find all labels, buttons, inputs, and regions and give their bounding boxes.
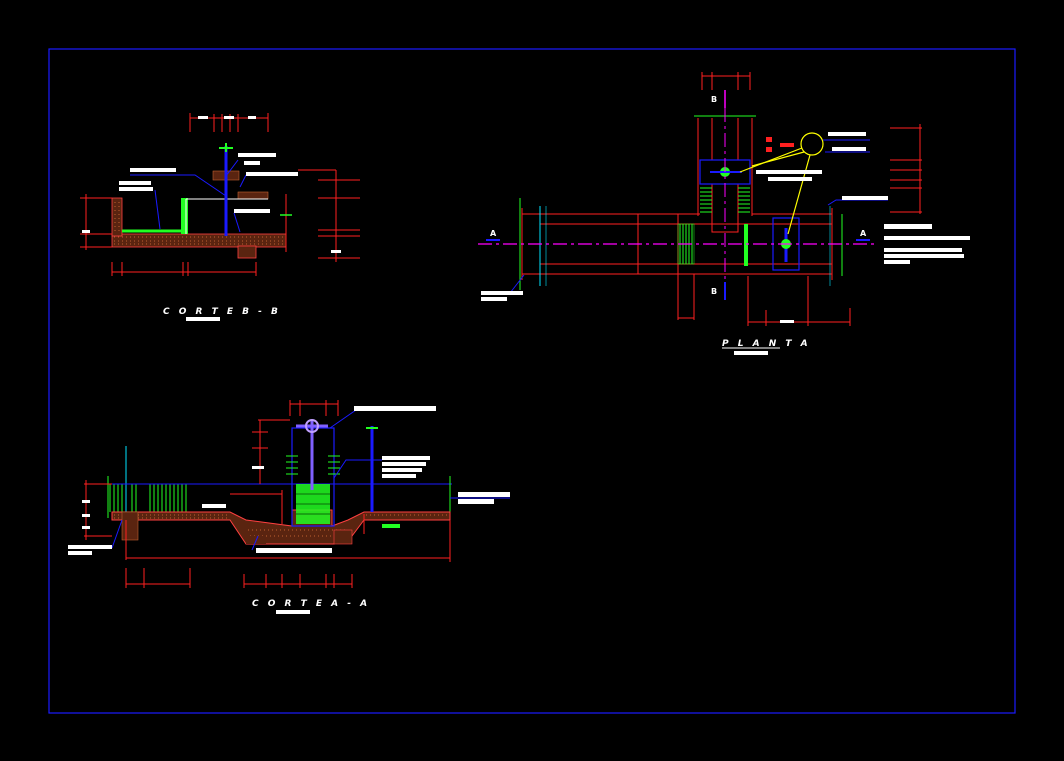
dimension-top-bb (189, 113, 269, 132)
section-marker-a-left: A (490, 229, 497, 238)
section-marker-a-right: A (860, 229, 867, 238)
detail-callout (800, 132, 824, 156)
cad-drawing-canvas: C O R T E B - B B A A B P L A N T A C O … (48, 48, 1016, 714)
section-aa-title: C O R T E A - A (252, 599, 370, 609)
section-marker-b-top: B (711, 95, 717, 104)
section-marker-b-bottom: B (711, 287, 717, 296)
section-bb-title: C O R T E B - B (163, 307, 281, 317)
drawing-frame (48, 48, 1016, 714)
gate-leaf-bb (181, 198, 188, 234)
section-aa: C O R T E A - A (68, 400, 510, 614)
plan-view: B A A B P L A N T A (478, 72, 970, 355)
section-bb: C O R T E B - B (80, 113, 360, 321)
